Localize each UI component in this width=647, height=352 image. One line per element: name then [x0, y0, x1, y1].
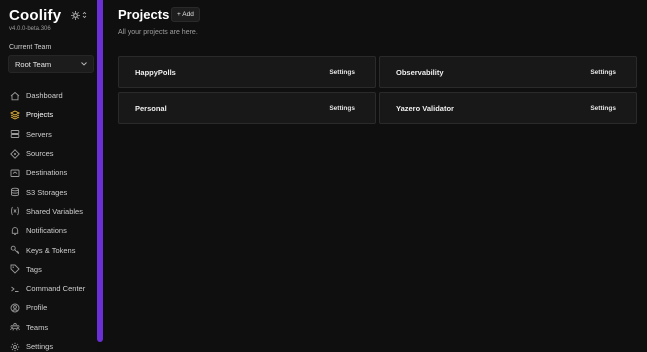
- sidebar-item-projects[interactable]: Projects: [0, 105, 97, 124]
- sidebar-item-label: Teams: [26, 322, 49, 332]
- sidebar-item-shared-variables[interactable]: Shared Variables: [0, 202, 97, 221]
- sidebar-item-label: Settings: [26, 342, 54, 351]
- theme-toggle[interactable]: [71, 9, 91, 21]
- sidebar-item-label: Servers: [26, 129, 52, 139]
- tag-icon: [9, 264, 20, 275]
- sidebar-nav: Dashboard Projects Servers Sources Desti…: [0, 86, 97, 352]
- git-icon: [9, 148, 20, 159]
- project-settings-link[interactable]: Settings: [329, 105, 355, 112]
- project-name: Yazero Validator: [396, 103, 454, 113]
- team-select-value: Root Team: [15, 59, 52, 69]
- project-card-yazero-validator[interactable]: Yazero Validator Settings: [379, 92, 637, 124]
- project-name: Observability: [396, 67, 444, 77]
- project-card-observability[interactable]: Observability Settings: [379, 56, 637, 88]
- sidebar-item-teams[interactable]: Teams: [0, 318, 97, 337]
- destination-icon: [9, 167, 20, 178]
- sidebar-item-label: Notifications: [26, 226, 67, 236]
- project-card-personal[interactable]: Personal Settings: [118, 92, 376, 124]
- sidebar-item-label: Shared Variables: [26, 206, 83, 216]
- gear-icon: [9, 341, 20, 352]
- terminal-icon: [9, 283, 20, 294]
- sidebar-item-tags[interactable]: Tags: [0, 260, 97, 279]
- sidebar-item-settings[interactable]: Settings: [0, 337, 97, 352]
- teams-icon: [9, 322, 20, 333]
- team-select[interactable]: Root Team: [8, 55, 94, 73]
- key-icon: [9, 245, 20, 256]
- home-icon: [9, 90, 20, 101]
- brand: Coolify v4.0.0-beta.306: [9, 7, 61, 32]
- project-settings-link[interactable]: Settings: [590, 69, 616, 76]
- bell-icon: [9, 225, 20, 236]
- sidebar-item-keys-tokens[interactable]: Keys & Tokens: [0, 240, 97, 259]
- sidebar-item-label: S3 Storages: [26, 187, 68, 197]
- brand-title: Coolify: [9, 7, 62, 24]
- sidebar-item-label: Command Center: [26, 284, 86, 294]
- app-window: Coolify v4.0.0-beta.306 Current Team Roo…: [0, 0, 647, 352]
- sidebar: Coolify v4.0.0-beta.306 Current Team Roo…: [0, 0, 97, 352]
- sidebar-item-command-center[interactable]: Command Center: [0, 279, 97, 298]
- add-project-button[interactable]: + Add: [171, 7, 200, 22]
- sidebar-item-s3-storages[interactable]: S3 Storages: [0, 182, 97, 201]
- sidebar-item-servers[interactable]: Servers: [0, 125, 97, 144]
- page-subtitle: All your projects are here.: [118, 29, 198, 36]
- sun-icon: [71, 10, 80, 20]
- project-name: Personal: [135, 103, 167, 113]
- layers-icon: [9, 109, 20, 120]
- project-card-happypolls[interactable]: HappyPolls Settings: [118, 56, 376, 88]
- chevron-updown-icon: [82, 11, 87, 19]
- sidebar-item-sources[interactable]: Sources: [0, 144, 97, 163]
- sidebar-item-label: Projects: [26, 110, 54, 120]
- main-content: Projects + Add All your projects are her…: [103, 0, 647, 352]
- current-team-label: Current Team: [9, 44, 52, 51]
- sidebar-item-dashboard[interactable]: Dashboard: [0, 86, 97, 105]
- project-name: HappyPolls: [135, 67, 176, 77]
- sidebar-item-notifications[interactable]: Notifications: [0, 221, 97, 240]
- sidebar-item-label: Profile: [26, 303, 48, 313]
- project-settings-link[interactable]: Settings: [590, 105, 616, 112]
- sidebar-item-label: Keys & Tokens: [26, 245, 76, 255]
- chevron-down-icon: [81, 62, 87, 66]
- sidebar-item-label: Dashboard: [26, 91, 63, 101]
- sidebar-item-profile[interactable]: Profile: [0, 298, 97, 317]
- project-settings-link[interactable]: Settings: [329, 69, 355, 76]
- sidebar-item-label: Destinations: [26, 168, 68, 178]
- sidebar-item-label: Sources: [26, 149, 54, 159]
- sidebar-item-destinations[interactable]: Destinations: [0, 163, 97, 182]
- brand-version: v4.0.0-beta.306: [9, 26, 51, 32]
- server-icon: [9, 129, 20, 140]
- database-icon: [9, 187, 20, 198]
- variable-icon: [9, 206, 20, 217]
- sidebar-item-label: Tags: [26, 264, 42, 274]
- profile-icon: [9, 302, 20, 313]
- page-title: Projects: [118, 7, 170, 22]
